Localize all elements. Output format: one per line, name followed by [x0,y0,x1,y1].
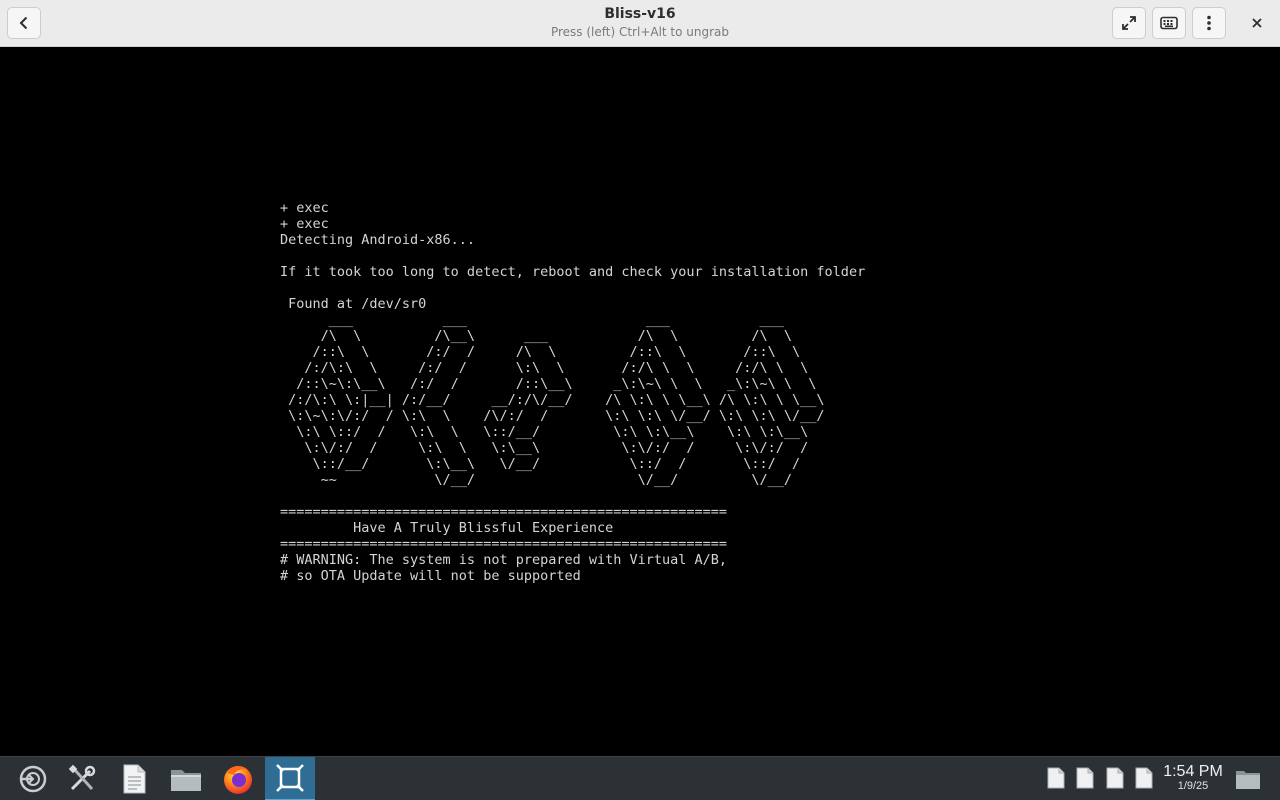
tray-document-3[interactable] [1106,767,1124,789]
show-desktop-button[interactable] [1234,766,1262,792]
file-manager-button[interactable] [161,757,211,800]
document-icon [1076,767,1094,789]
app-menu-button[interactable] [8,757,58,800]
settings-tools-icon [68,764,96,791]
clock-time[interactable]: 1:54 PM [1160,763,1226,781]
document-icon [1106,767,1124,789]
file-manager-icon [171,770,201,791]
keyboard-button[interactable] [1152,7,1186,39]
settings-tools-button[interactable] [57,757,107,800]
close-icon [1252,18,1262,28]
tray-document-1[interactable] [1047,767,1065,789]
document-icon [1135,767,1153,789]
folder-icon [1236,771,1260,789]
tray-document-4[interactable] [1135,767,1153,789]
tray-document-2[interactable] [1076,767,1094,789]
close-button[interactable] [1240,7,1274,39]
document-icon [1047,767,1065,789]
virtual-machine-icon [276,764,304,792]
window-subtitle: Press (left) Ctrl+Alt to ungrab [550,25,730,39]
text-editor-button[interactable] [109,757,159,800]
app-menu-icon [19,765,47,793]
fullscreen-icon [1122,16,1136,30]
firefox-icon [224,766,252,794]
window-title: Bliss-v16 [604,6,676,22]
taskbar [0,756,1280,800]
boot-console-output: + exec + exec Detecting Android-x86... I… [280,200,866,584]
virtual-machine-button[interactable] [265,757,315,800]
text-editor-icon [123,764,146,794]
fullscreen-button[interactable] [1112,7,1146,39]
keyboard-icon [1160,16,1178,30]
clock-date[interactable]: 1/9/25 [1160,780,1226,792]
window-headerbar: Bliss-v16 Press (left) Ctrl+Alt to ungra… [0,0,1280,47]
firefox-button[interactable] [213,757,263,800]
kebab-menu-icon [1207,15,1211,31]
vm-display[interactable]: + exec + exec Detecting Android-x86... I… [0,47,1280,756]
menu-button[interactable] [1192,7,1226,39]
